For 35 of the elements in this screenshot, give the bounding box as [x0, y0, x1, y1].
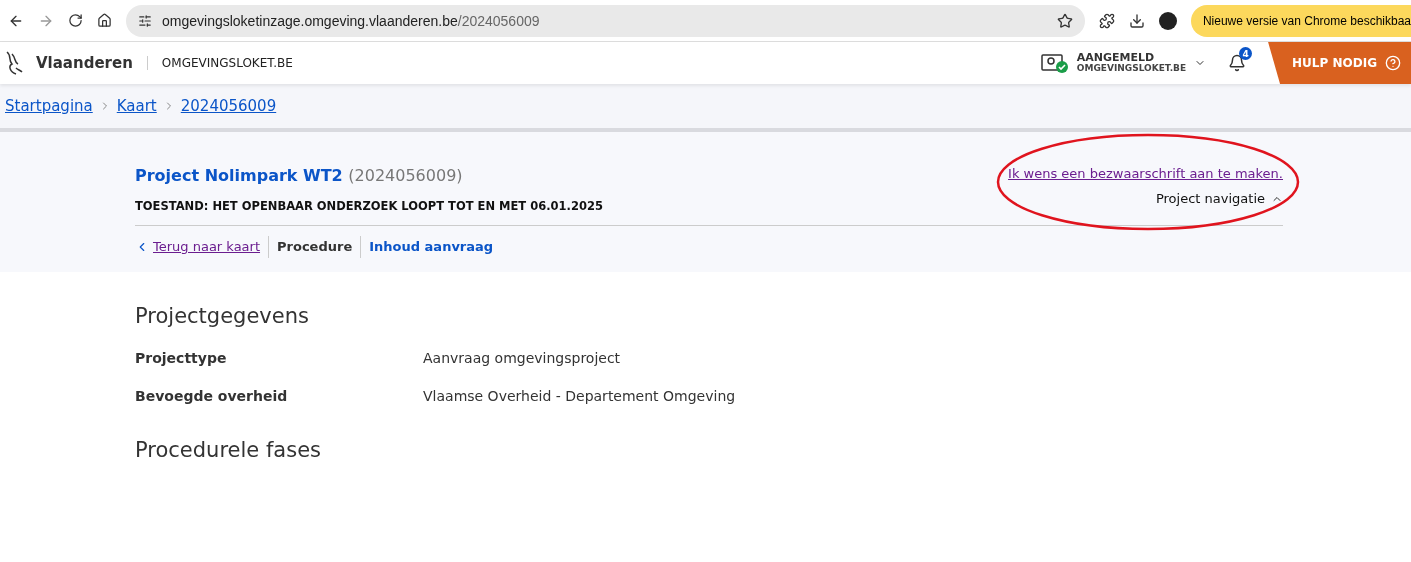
field-label: Projecttype: [135, 350, 228, 366]
reload-icon[interactable]: [68, 13, 83, 28]
back-link[interactable]: Terug naar kaart: [135, 236, 269, 258]
nav-tab[interactable]: Procedure: [268, 236, 361, 258]
breadcrumb-link[interactable]: Startpagina: [5, 97, 93, 115]
home-icon[interactable]: [97, 13, 112, 28]
update-button[interactable]: Nieuwe versie van Chrome beschikbaa: [1190, 4, 1411, 37]
breadcrumb-link[interactable]: Kaart: [116, 97, 157, 115]
field-value: Aanvraag omgevingsproject: [423, 350, 622, 366]
objection-link[interactable]: Ik wens een bezwaarschrift aan te maken.: [1008, 166, 1283, 181]
star-icon[interactable]: [1056, 12, 1073, 29]
section-heading: Procedurele fases: [135, 438, 322, 462]
help-icon: [1385, 55, 1401, 71]
address-bar[interactable]: omgevingsloketinzage.omgeving.vlaanderen.be/2024056009: [126, 4, 1085, 37]
download-icon[interactable]: [1128, 12, 1145, 29]
brand-name[interactable]: Vlaanderen: [24, 54, 147, 72]
account-status[interactable]: AANGEMELD: [1076, 52, 1187, 63]
nav-tab[interactable]: Inhoud aanvraag: [360, 236, 502, 258]
project-navigation-toggle[interactable]: Project navigatie: [1155, 191, 1283, 206]
site-settings-icon[interactable]: [138, 13, 152, 28]
help-button[interactable]: HULP NODIG: [1268, 42, 1411, 84]
field-label: Bevoegde overheid: [135, 388, 289, 404]
id-card-check-icon[interactable]: [1040, 52, 1069, 74]
project-title: Project Nolimpark WT2 (2024056009): [135, 166, 464, 185]
account-site[interactable]: OMGEVINGSLOKET.BE: [1076, 63, 1187, 74]
field-value: Vlaamse Overheid - Departement Omgeving: [423, 388, 737, 404]
avatar[interactable]: [1158, 11, 1177, 30]
project-status: TOESTAND: HET OPENBAAR ONDERZOEK LOOPT TOT EN MET 06.01.2025: [135, 199, 603, 213]
puzzle-icon[interactable]: [1098, 12, 1115, 29]
section-heading: Projectgegevens: [135, 304, 310, 328]
lion-logo-icon: [4, 50, 24, 76]
site-name[interactable]: OMGEVINGSLOKET.BE: [146, 56, 293, 70]
notification-count: 4: [1239, 47, 1253, 60]
breadcrumb-link[interactable]: 2024056009: [180, 97, 277, 115]
url-text: omgevingsloketinzage.omgeving.vlaanderen.be/2024056009: [162, 12, 540, 29]
